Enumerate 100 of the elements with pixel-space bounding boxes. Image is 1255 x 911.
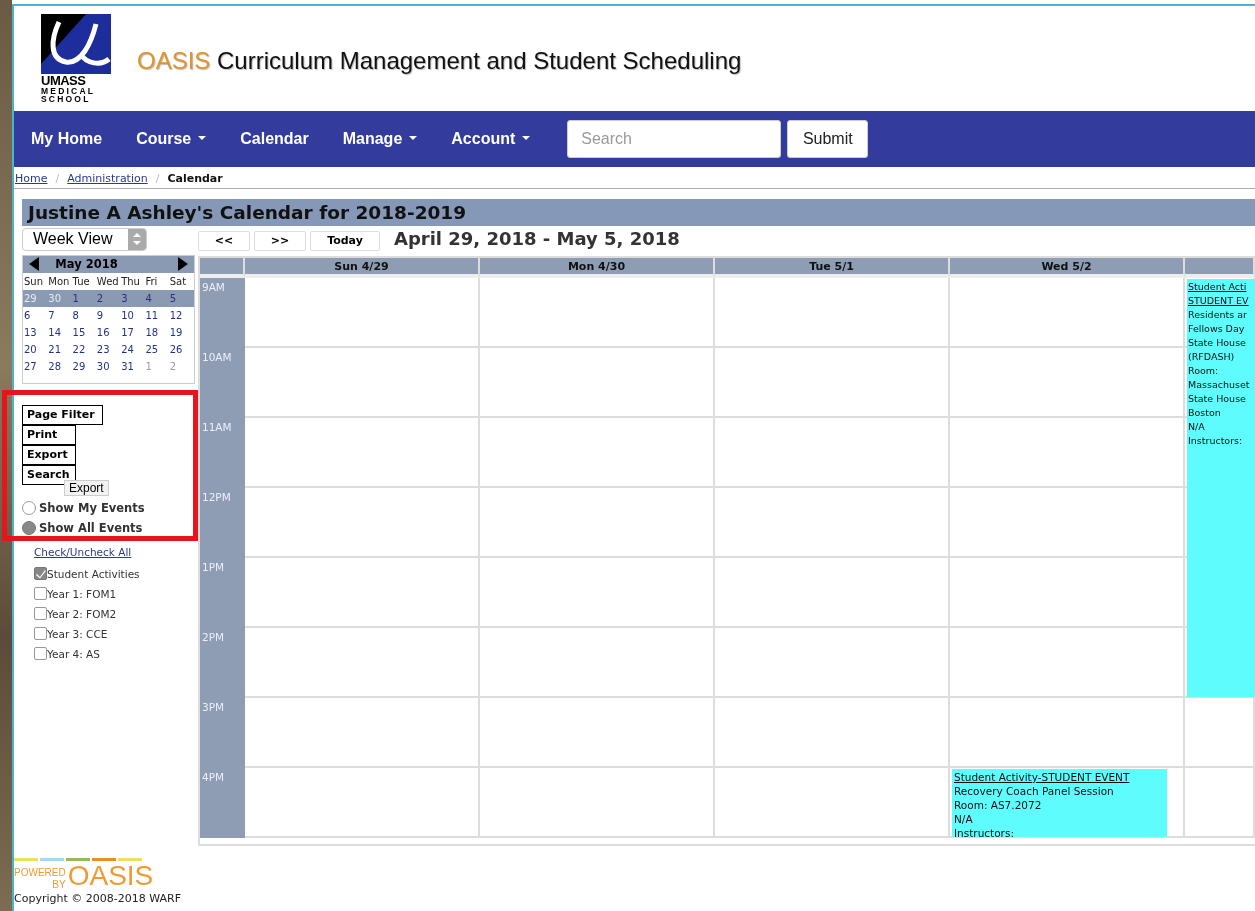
breadcrumb-link[interactable]: Administration: [67, 171, 148, 185]
event-link[interactable]: Student Acti: [1188, 280, 1254, 294]
calendar-day[interactable]: 29: [72, 361, 97, 372]
check-icon: [35, 569, 46, 579]
weekday-label: Sat: [169, 276, 188, 287]
calendar-day[interactable]: 9: [96, 310, 122, 321]
event-text: Room: AS7.2072: [954, 798, 1043, 812]
view-select[interactable]: Week View: [22, 228, 147, 251]
calendar-day[interactable]: 26: [169, 344, 194, 355]
nav-menu-item[interactable]: Account: [437, 129, 545, 148]
calendar-day[interactable]: 31: [121, 361, 146, 372]
calendar-day[interactable]: 20: [24, 344, 49, 355]
calendar-day[interactable]: 5: [169, 293, 194, 304]
logo-text: SCHOOL: [41, 95, 92, 104]
day-header: Sun 4/29: [245, 258, 480, 278]
calendar-event[interactable]: Student Activity-STUDENT EVENT Recovery Coach Panel Session Room: AS7.2072 N/A Instructors:: [952, 769, 1167, 837]
calendar-day[interactable]: 25: [145, 344, 170, 355]
checkbox[interactable]: [34, 627, 47, 641]
logo-text: MEDICAL: [41, 86, 96, 96]
hour-label: 10AM: [201, 350, 233, 365]
breadcrumb-link[interactable]: Home: [15, 171, 48, 185]
calendar-day[interactable]: 23: [96, 344, 122, 355]
calendar-week-row[interactable]: 27 28 29 30 31 1 2: [23, 358, 194, 375]
radio-label: Show My Events: [39, 501, 145, 515]
event-text: Instructors:: [954, 826, 1015, 840]
calendar-day[interactable]: 21: [48, 344, 73, 355]
checkbox[interactable]: [34, 567, 47, 581]
calendar-day[interactable]: 8: [72, 310, 97, 321]
calendar-title: Justine A Ashley's Calendar for 2018-2019: [22, 199, 1255, 226]
calendar-day[interactable]: 10: [121, 310, 146, 321]
calendar-day[interactable]: 1: [72, 293, 97, 304]
hour-label: 2PM: [201, 630, 226, 645]
breadcrumb-current: Calendar: [167, 171, 223, 185]
calendar-day[interactable]: 19: [169, 327, 194, 338]
calendar-day[interactable]: 30: [96, 361, 122, 372]
calendar-week-row[interactable]: 13 14 15 16 17 18 19: [23, 324, 194, 341]
month-label: May 2018: [55, 257, 118, 272]
nav-menu-item[interactable]: Calendar: [226, 129, 323, 148]
hour-label: 9AM: [201, 280, 226, 295]
nav-menu-item[interactable]: My Home: [17, 129, 117, 148]
sidebar-button[interactable]: Page Filter: [22, 405, 103, 425]
prev-month-icon: [29, 257, 39, 272]
weekday-label: Thu: [121, 276, 141, 287]
caret-icon: [522, 136, 531, 142]
day-header: Mon 4/30: [480, 258, 715, 278]
calendar-day[interactable]: 27: [24, 361, 49, 372]
calendar-day[interactable]: 11: [145, 310, 170, 321]
weekday-label: Fri: [145, 276, 159, 287]
copyright-text: Copyright © 2008-2018 WARF: [14, 892, 182, 905]
select-arrows-icon: [133, 233, 141, 246]
event-text: Residents ar: [1188, 308, 1248, 322]
event-text: N/A: [954, 812, 974, 826]
breadcrumb-separator: /: [54, 171, 61, 185]
calendar-day[interactable]: 15: [72, 327, 97, 338]
calendar-day[interactable]: 28: [48, 361, 73, 372]
radio-label: Show All Events: [39, 521, 143, 535]
sidebar-button[interactable]: Print: [22, 425, 76, 445]
check-all-link[interactable]: Check/Uncheck All: [34, 546, 195, 558]
calendar-week-row[interactable]: 6 7 8 9 10 11 12: [23, 307, 194, 324]
calendar-day[interactable]: 7: [48, 310, 73, 321]
calendar-day[interactable]: 17: [121, 327, 146, 338]
calendar-day[interactable]: 22: [72, 344, 97, 355]
nav-menu-item[interactable]: Manage: [328, 129, 432, 148]
hour-label: 3PM: [201, 700, 226, 715]
calendar-week-row[interactable]: 20 21 22 23 24 25 26: [23, 341, 194, 358]
calendar-event[interactable]: Student Acti STUDENT EV Residents ar Fellows Day State House (RFDASH) Room: Massachuset State House Boston N/A Instructors:: [1187, 279, 1255, 697]
sidebar-button[interactable]: Export: [22, 445, 76, 465]
calendar-day[interactable]: 13: [24, 327, 49, 338]
next-month-icon: [178, 257, 188, 272]
calendar-day[interactable]: 6: [24, 310, 49, 321]
calendar-day[interactable]: 14: [48, 327, 73, 338]
calendar-day[interactable]: 16: [96, 327, 122, 338]
event-link[interactable]: Student Activity-STUDENT EVENT: [954, 770, 1165, 784]
event-text: Room:: [1188, 364, 1220, 378]
radio-button[interactable]: [22, 501, 36, 515]
weekday-label: Mon: [48, 276, 71, 287]
checkbox[interactable]: [34, 587, 47, 601]
calendar-week-row[interactable]: 29 30 1 2 3 4 5: [23, 290, 194, 307]
radio-button[interactable]: [22, 521, 36, 535]
week-nav-button[interactable]: >>: [254, 231, 306, 251]
nav-menu-item[interactable]: Course: [122, 129, 221, 148]
calendar-day[interactable]: 12: [169, 310, 194, 321]
checkbox[interactable]: [34, 647, 47, 661]
checkbox[interactable]: [34, 607, 47, 621]
time-slot: [1185, 768, 1255, 838]
submit-button[interactable]: Submit: [787, 119, 869, 158]
calendar-day[interactable]: 3: [121, 293, 146, 304]
search-field[interactable]: Search: [567, 119, 782, 158]
checkbox-label: Year 2: FOM2: [47, 608, 117, 620]
event-link[interactable]: STUDENT EV: [1188, 294, 1254, 308]
calendar-day[interactable]: 18: [145, 327, 170, 338]
calendar-day[interactable]: 4: [145, 293, 170, 304]
calendar-day[interactable]: 24: [121, 344, 146, 355]
today-button[interactable]: Today: [310, 231, 380, 251]
week-nav-button[interactable]: <<: [198, 231, 250, 251]
event-text: Boston: [1188, 406, 1222, 420]
event-text: State House: [1188, 392, 1247, 406]
hour-label: 4PM: [201, 770, 226, 785]
calendar-day[interactable]: 2: [96, 293, 122, 304]
hour-label: 12PM: [201, 490, 232, 505]
